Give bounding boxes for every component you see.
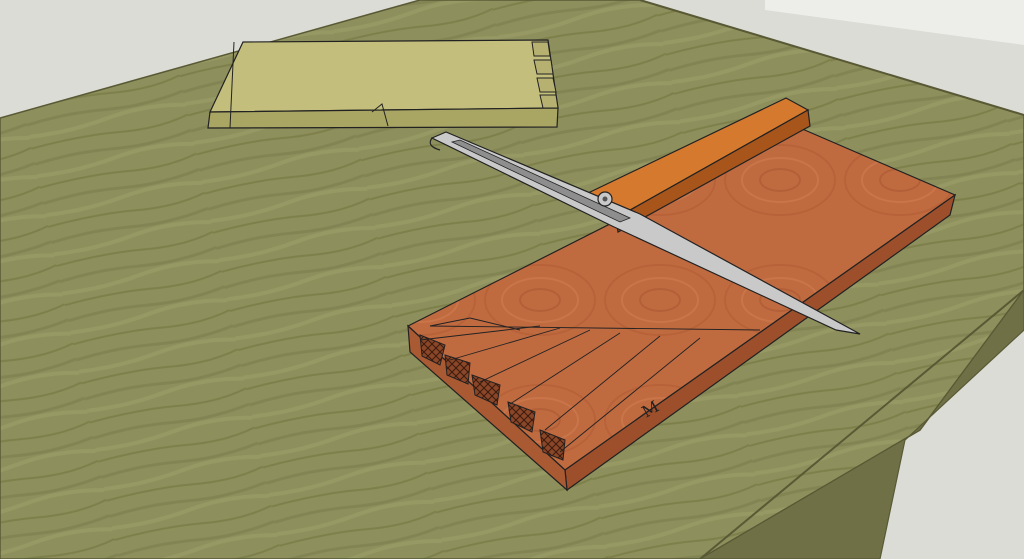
bevel-wingnut-center — [602, 196, 608, 202]
tail-board-front — [207, 107, 559, 129]
scene-canvas: M — [0, 0, 1024, 559]
tail-board-top — [209, 39, 559, 113]
tail-board-dovetails — [207, 39, 559, 129]
